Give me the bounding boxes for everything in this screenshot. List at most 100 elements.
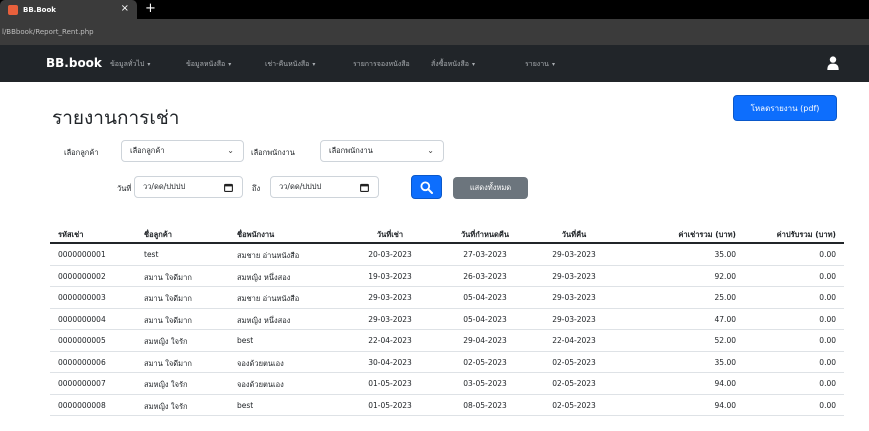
cell-rent-id: 0000000004: [58, 314, 106, 324]
cell-total-fine: 0.00: [819, 314, 836, 324]
cell-total-fine: 0.00: [819, 336, 836, 345]
download-pdf-button[interactable]: โหลดรายงาน (pdf): [733, 95, 837, 121]
cell-rent-id: 0000000005: [58, 336, 106, 345]
customer-select[interactable]: เลือกลูกค้า ⌄: [121, 140, 244, 162]
cell-total-fine: 0.00: [819, 379, 836, 388]
calendar-icon[interactable]: [360, 183, 369, 192]
date-to-placeholder: วว/ดด/ปปปป: [279, 182, 322, 191]
cell-total-rent: 25.00: [714, 293, 736, 302]
cell-customer: สมาน ใจดีมาก: [144, 294, 192, 303]
cell-total-rent: 35.00: [714, 357, 736, 367]
cell-customer: สมหญิง ใจรัก: [144, 380, 188, 389]
header-total-rent: ค่าเช่ารวม (บาท): [678, 230, 736, 239]
caret-down-icon: ▾: [471, 61, 475, 68]
employee-label: เลือกพนักงาน: [251, 148, 295, 157]
cell-total-fine: 0.00: [819, 357, 836, 367]
search-icon: [420, 181, 433, 194]
cell-return-date: 29-03-2023: [552, 271, 596, 281]
caret-down-icon: ▾: [312, 61, 316, 68]
cell-rent-id: 0000000002: [58, 271, 106, 281]
nav-label: รายการจองหนังสือ: [353, 60, 410, 68]
cell-return-date: 02-05-2023: [552, 400, 596, 410]
cell-customer: สมาน ใจดีมาก: [144, 315, 192, 325]
calendar-icon[interactable]: [224, 183, 233, 192]
cell-rent-date: 29-03-2023: [368, 314, 412, 324]
favicon-icon: [8, 4, 18, 15]
table-body: 0000000001 test สมชาย อ่านหนังสือ 20-03-202…: [50, 244, 844, 416]
cell-employee: สมหญิง หนึ่งสอง: [237, 272, 291, 282]
cell-customer: สมาน ใจดีมาก: [144, 358, 192, 368]
table-row: 0000000008 สมหญิง ใจรัก best 01-05-2023 08-0…: [50, 395, 844, 416]
cell-return-date: 02-05-2023: [552, 379, 596, 388]
cell-total-fine: 0.00: [819, 271, 836, 281]
page-title: รายงานการเช่า: [52, 107, 180, 129]
caret-down-icon: ▾: [228, 61, 232, 68]
cell-due-date: 08-05-2023: [463, 400, 507, 410]
browser-tabstrip: BB.Book × +: [0, 0, 869, 19]
header-rent-id: รหัสเช่า: [58, 230, 84, 239]
nav-reservations[interactable]: รายการจองหนังสือ: [353, 59, 410, 70]
nav-label: ข้อมูลทั่วไป: [110, 60, 145, 68]
cell-customer: สมหญิง ใจรัก: [144, 401, 188, 411]
customer-select-value: เลือกลูกค้า: [130, 146, 165, 155]
date-from-input[interactable]: วว/ดด/ปปปป: [134, 176, 243, 198]
employee-select-value: เลือกพนักงาน: [329, 146, 373, 155]
nav-rent-return[interactable]: เช่า-คืนหนังสือ ▾: [265, 59, 315, 70]
nav-book-data[interactable]: ข้อมูลหนังสือ ▾: [186, 59, 231, 70]
search-button[interactable]: [411, 175, 442, 199]
cell-return-date: 29-03-2023: [552, 314, 596, 324]
table-row: 0000000003 สมาน ใจดีมาก สมชาย อ่านหนังสือ 2…: [50, 287, 844, 309]
cell-due-date: 29-04-2023: [463, 336, 507, 345]
cell-rent-id: 0000000001: [58, 250, 106, 259]
user-icon[interactable]: [827, 56, 839, 70]
employee-select[interactable]: เลือกพนักงาน ⌄: [320, 140, 444, 162]
header-return-date: วันที่คืน: [561, 230, 587, 239]
table-row: 0000000007 สมหญิง ใจรัก จองด้วยตนเอง 01-05-…: [50, 373, 844, 395]
cell-rent-date: 01-05-2023: [368, 379, 412, 388]
header-total-fine: ค่าปรับรวม (บาท): [776, 230, 836, 239]
cell-employee: จองด้วยตนเอง: [237, 358, 284, 368]
browser-tab[interactable]: BB.Book ×: [0, 0, 137, 19]
brand-logo[interactable]: BB.book: [46, 56, 102, 70]
cell-customer: สมหญิง ใจรัก: [144, 337, 188, 346]
cell-total-fine: 0.00: [819, 293, 836, 302]
cell-rent-date: 22-04-2023: [368, 336, 412, 345]
cell-total-rent: 92.00: [714, 271, 736, 281]
cell-total-fine: 0.00: [819, 400, 836, 410]
date-to-input[interactable]: วว/ดด/ปปปป: [270, 176, 379, 198]
nav-reports[interactable]: รายงาน ▾: [525, 59, 555, 70]
navbar: BB.book ข้อมูลทั่วไป ▾ ข้อมูลหนังสือ ▾ เช่…: [0, 45, 869, 82]
rent-report-table: รหัสเช่า ชื่อลูกค้า ชื่อพนักงาน วันที่เช…: [50, 223, 844, 416]
url-text[interactable]: l/BBbook/Report_Rent.php: [2, 28, 94, 36]
nav-label: สั่งซื้อหนังสือ: [431, 60, 469, 68]
table-row: 0000000002 สมาน ใจดีมาก สมหญิง หนึ่งสอง 19-…: [50, 266, 844, 287]
header-rent-date: วันที่เช่า: [376, 230, 404, 239]
table-row: 0000000006 สมาน ใจดีมาก จองด้วยตนเอง 30-04-…: [50, 352, 844, 373]
cell-total-rent: 52.00: [714, 336, 736, 345]
cell-return-date: 29-03-2023: [552, 293, 596, 302]
header-customer: ชื่อลูกค้า: [144, 230, 172, 239]
header-employee: ชื่อพนักงาน: [237, 230, 275, 239]
cell-total-rent: 94.00: [714, 379, 736, 388]
to-label: ถึง: [252, 184, 261, 193]
cell-return-date: 29-03-2023: [552, 250, 596, 259]
address-bar[interactable]: l/BBbook/Report_Rent.php: [0, 19, 869, 45]
close-tab-icon[interactable]: ×: [121, 3, 129, 15]
cell-due-date: 26-03-2023: [463, 271, 507, 281]
chevron-down-icon: ⌄: [227, 146, 234, 155]
cell-total-rent: 35.00: [714, 250, 736, 259]
nav-label: รายงาน: [525, 60, 549, 68]
cell-return-date: 02-05-2023: [552, 357, 596, 367]
date-label: วันที่: [117, 184, 132, 193]
cell-rent-date: 20-03-2023: [368, 250, 412, 259]
cell-rent-id: 0000000003: [58, 293, 106, 302]
table-row: 0000000005 สมหญิง ใจรัก best 22-04-2023 29-0…: [50, 330, 844, 352]
nav-purchase[interactable]: สั่งซื้อหนังสือ ▾: [431, 59, 475, 70]
new-tab-icon[interactable]: +: [145, 1, 156, 17]
cell-rent-date: 30-04-2023: [368, 357, 412, 367]
show-all-button[interactable]: แสดงทั้งหมด: [453, 177, 528, 199]
cell-employee: best: [237, 336, 254, 345]
nav-general[interactable]: ข้อมูลทั่วไป ▾: [110, 59, 150, 70]
table-row: 0000000001 test สมชาย อ่านหนังสือ 20-03-202…: [50, 244, 844, 266]
caret-down-icon: ▾: [551, 61, 555, 68]
